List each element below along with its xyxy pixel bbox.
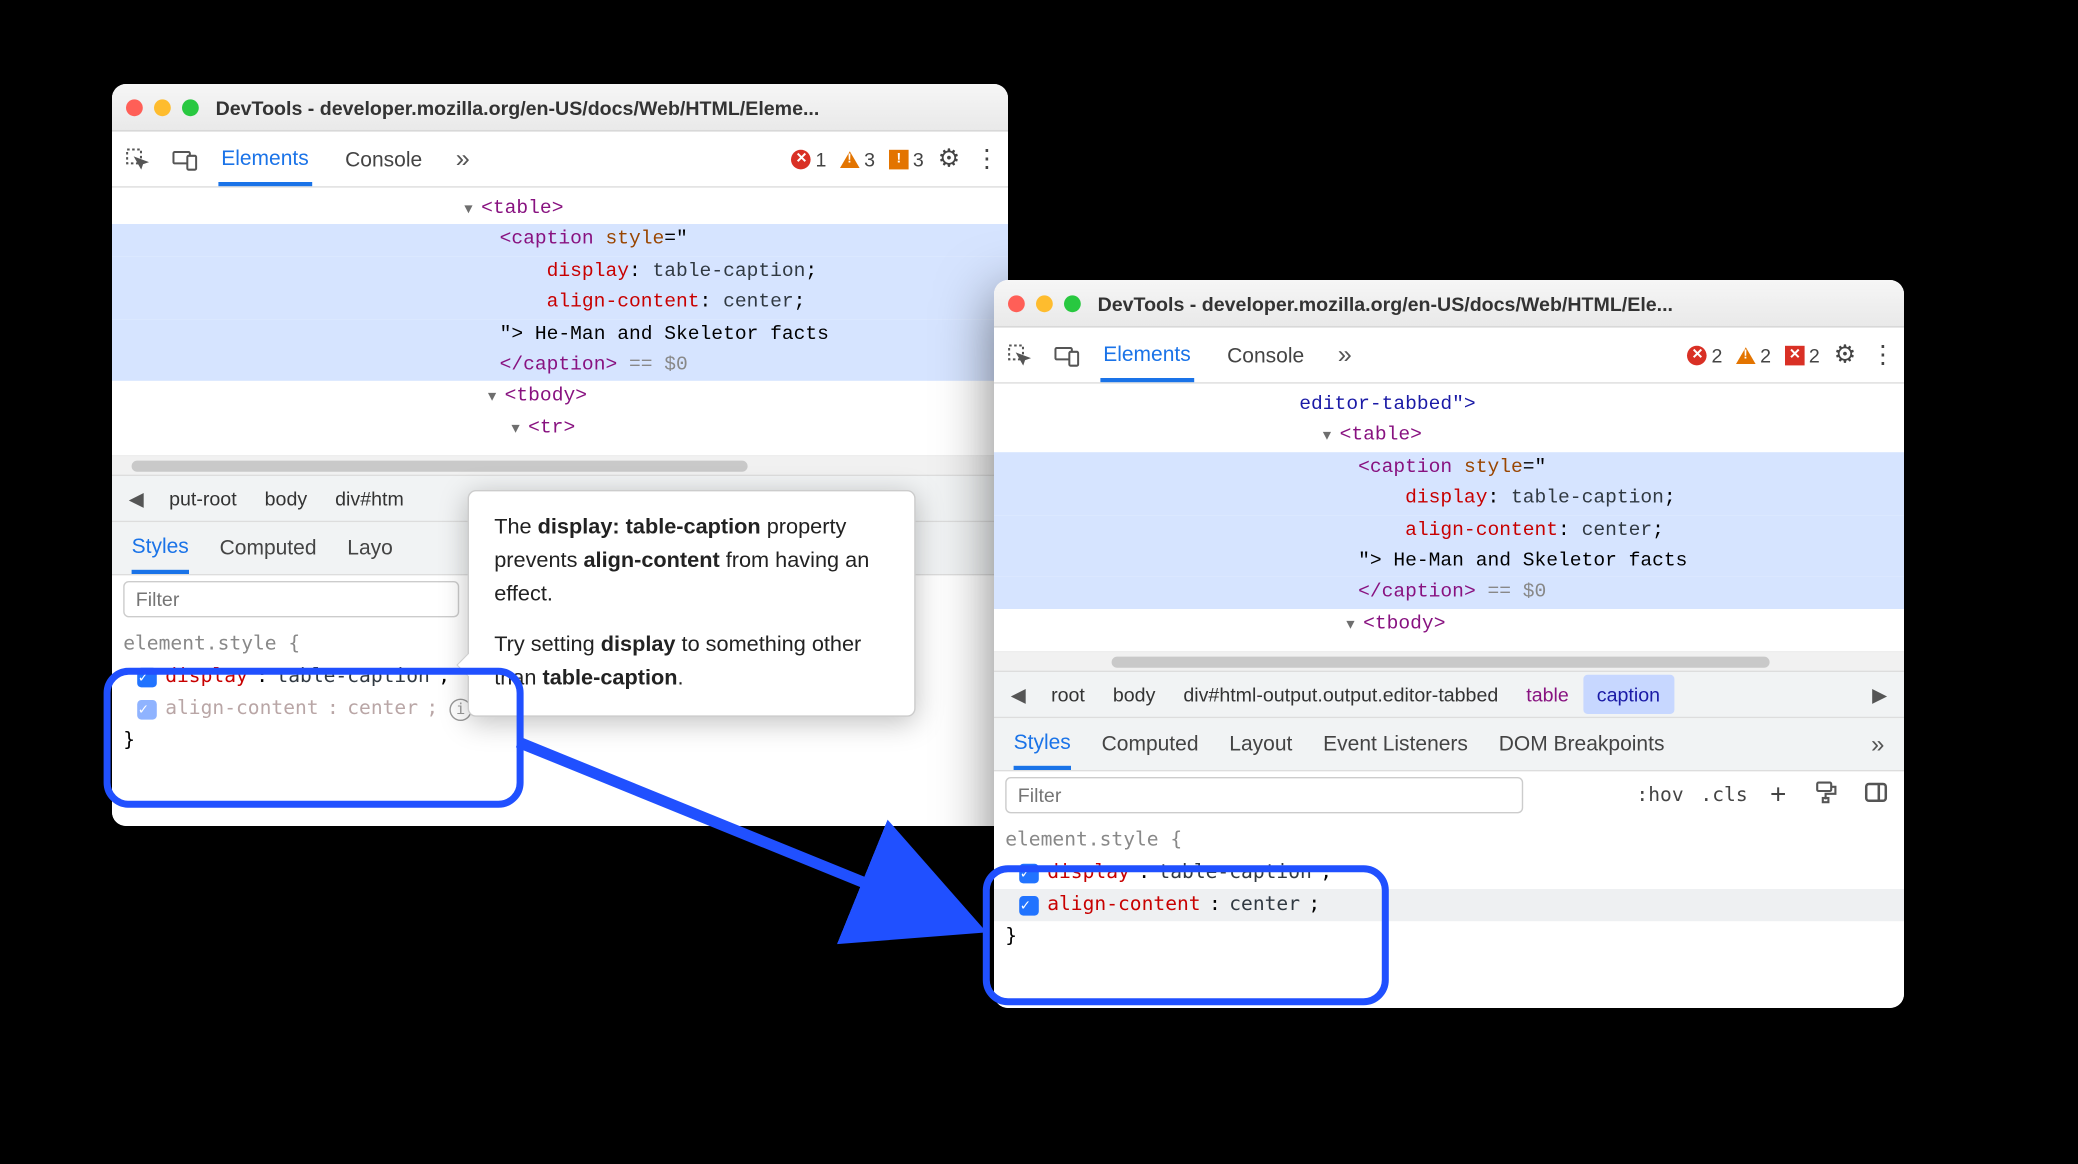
warnings-badge[interactable]: 2 bbox=[1736, 344, 1771, 366]
css-property[interactable]: align-content bbox=[165, 693, 318, 725]
tab-elements[interactable]: Elements bbox=[1100, 328, 1193, 381]
main-toolbar: Elements Console » ✕2 2 ✕2 ⚙ ⋮ bbox=[994, 328, 1904, 384]
rule-checkbox[interactable] bbox=[1019, 863, 1039, 883]
settings-icon[interactable]: ⚙ bbox=[938, 144, 961, 173]
css-value[interactable]: center bbox=[347, 693, 418, 725]
styles-filter-input[interactable] bbox=[123, 581, 459, 617]
rule-checkbox[interactable] bbox=[137, 667, 157, 687]
error-count: 2 bbox=[1711, 344, 1722, 366]
menu-icon[interactable]: ⋮ bbox=[974, 144, 996, 173]
subtab-styles[interactable]: Styles bbox=[1014, 719, 1071, 769]
horizontal-scrollbar[interactable] bbox=[112, 455, 1008, 475]
css-value[interactable]: table-caption bbox=[1158, 857, 1311, 889]
rule-checkbox[interactable] bbox=[1019, 896, 1039, 916]
breadcrumb-item-selected[interactable]: caption bbox=[1583, 675, 1674, 714]
tab-elements[interactable]: Elements bbox=[218, 132, 311, 185]
breadcrumb-item[interactable]: table bbox=[1512, 675, 1583, 714]
devtools-window-right: DevTools - developer.mozilla.org/en-US/d… bbox=[994, 280, 1904, 1008]
breadcrumb-item[interactable]: body bbox=[1099, 675, 1170, 714]
cls-toggle[interactable]: .cls bbox=[1700, 784, 1747, 806]
minimize-icon[interactable] bbox=[1036, 295, 1053, 312]
css-value[interactable]: center bbox=[1229, 889, 1300, 921]
css-hint-tooltip: The display: table-caption property prev… bbox=[468, 490, 916, 717]
traffic-lights[interactable] bbox=[126, 99, 199, 116]
window-title: DevTools - developer.mozilla.org/en-US/d… bbox=[216, 96, 994, 118]
inspect-icon[interactable] bbox=[123, 145, 151, 173]
window-titlebar[interactable]: DevTools - developer.mozilla.org/en-US/d… bbox=[994, 280, 1904, 328]
breadcrumb-item[interactable]: div#htm bbox=[321, 479, 418, 518]
more-tabs-icon[interactable]: » bbox=[456, 144, 470, 173]
styles-filter-row: :hov .cls + bbox=[994, 772, 1904, 820]
breadcrumb-item[interactable]: root bbox=[1037, 675, 1099, 714]
css-property[interactable]: align-content bbox=[1047, 889, 1200, 921]
rule-close: } bbox=[1005, 922, 1893, 954]
new-rule-icon[interactable]: + bbox=[1764, 776, 1792, 814]
subtab-dom-breakpoints[interactable]: DOM Breakpoints bbox=[1499, 721, 1665, 767]
styles-subtabs: Styles Computed Layout Event Listeners D… bbox=[994, 718, 1904, 771]
errors-badge[interactable]: ✕1 bbox=[792, 148, 827, 170]
subtab-computed[interactable]: Computed bbox=[1102, 721, 1199, 767]
breadcrumb-left-icon[interactable]: ◀ bbox=[1000, 683, 1037, 707]
selector-header: element.style { bbox=[1005, 825, 1893, 857]
subtab-styles[interactable]: Styles bbox=[132, 523, 189, 573]
inspect-icon[interactable] bbox=[1005, 341, 1033, 369]
paint-icon[interactable] bbox=[1809, 778, 1843, 813]
breadcrumb-item[interactable]: put-root bbox=[155, 479, 251, 518]
styles-filter-input[interactable] bbox=[1005, 777, 1523, 813]
warning-count: 2 bbox=[1760, 344, 1771, 366]
close-icon[interactable] bbox=[1008, 295, 1025, 312]
issues-count: 3 bbox=[913, 148, 924, 170]
rule-close: } bbox=[123, 726, 997, 758]
breadcrumb-right-icon[interactable]: ▶ bbox=[1861, 683, 1898, 707]
css-property[interactable]: display bbox=[165, 661, 248, 693]
more-tabs-icon[interactable]: » bbox=[1338, 340, 1352, 369]
window-title: DevTools - developer.mozilla.org/en-US/d… bbox=[1098, 292, 1890, 314]
horizontal-scrollbar[interactable] bbox=[994, 651, 1904, 671]
main-toolbar: Elements Console » ✕1 3 !3 ⚙ ⋮ bbox=[112, 132, 1008, 188]
device-toggle-icon[interactable] bbox=[171, 145, 199, 173]
issues-badge[interactable]: ✕2 bbox=[1785, 344, 1820, 366]
window-titlebar[interactable]: DevTools - developer.mozilla.org/en-US/d… bbox=[112, 84, 1008, 132]
tab-console[interactable]: Console bbox=[1224, 330, 1307, 379]
traffic-lights[interactable] bbox=[1008, 295, 1081, 312]
css-value[interactable]: table-caption bbox=[276, 661, 429, 693]
error-count: 1 bbox=[815, 148, 826, 170]
menu-icon[interactable]: ⋮ bbox=[1870, 340, 1892, 369]
breadcrumb-item[interactable]: div#html-output.output.editor-tabbed bbox=[1169, 675, 1512, 714]
subtab-layout[interactable]: Layo bbox=[347, 525, 393, 571]
subtab-event-listeners[interactable]: Event Listeners bbox=[1323, 721, 1468, 767]
breadcrumb-left-icon[interactable]: ◀ bbox=[118, 487, 155, 511]
close-icon[interactable] bbox=[126, 99, 143, 116]
dom-tree[interactable]: <table> <caption style=" display: table-… bbox=[112, 188, 1008, 456]
zoom-icon[interactable] bbox=[182, 99, 199, 116]
more-subtabs-icon[interactable]: » bbox=[1871, 730, 1884, 758]
breadcrumb[interactable]: ◀ root body div#html-output.output.edito… bbox=[994, 671, 1904, 719]
css-rule[interactable]: display: table-caption; bbox=[1005, 857, 1893, 889]
zoom-icon[interactable] bbox=[1064, 295, 1081, 312]
warnings-badge[interactable]: 3 bbox=[840, 148, 875, 170]
panel-toggle-icon[interactable] bbox=[1859, 778, 1893, 813]
rule-checkbox[interactable] bbox=[137, 700, 157, 720]
minimize-icon[interactable] bbox=[154, 99, 171, 116]
styles-pane[interactable]: element.style { display: table-caption; … bbox=[994, 819, 1904, 1008]
errors-badge[interactable]: ✕2 bbox=[1688, 344, 1723, 366]
subtab-computed[interactable]: Computed bbox=[220, 525, 317, 571]
issues-count: 2 bbox=[1809, 344, 1820, 366]
hov-toggle[interactable]: :hov bbox=[1636, 784, 1683, 806]
warning-count: 3 bbox=[864, 148, 875, 170]
subtab-layout[interactable]: Layout bbox=[1229, 721, 1292, 767]
settings-icon[interactable]: ⚙ bbox=[1834, 340, 1857, 369]
breadcrumb-item[interactable]: body bbox=[251, 479, 322, 518]
css-rule[interactable]: align-content: center; bbox=[994, 889, 1904, 921]
issues-badge[interactable]: !3 bbox=[889, 148, 924, 170]
dom-tree[interactable]: editor-tabbed"> <table> <caption style="… bbox=[994, 384, 1904, 652]
device-toggle-icon[interactable] bbox=[1053, 341, 1081, 369]
css-property[interactable]: display bbox=[1047, 857, 1130, 889]
tab-console[interactable]: Console bbox=[342, 134, 425, 183]
